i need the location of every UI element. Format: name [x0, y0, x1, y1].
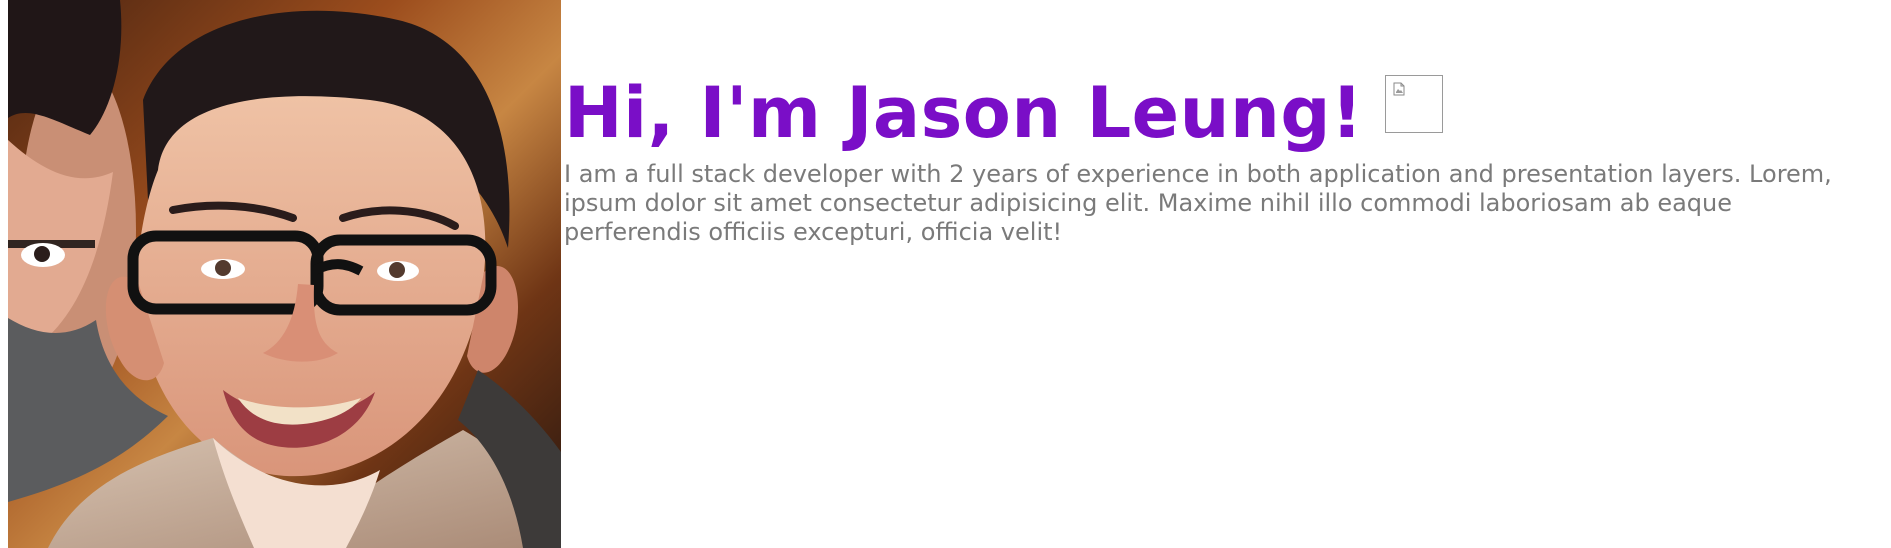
intro-content: Hi, I'm Jason Leung! I am a full stack d… — [564, 72, 1864, 247]
headline-row: Hi, I'm Jason Leung! — [564, 72, 1864, 154]
bio-paragraph: I am a full stack developer with 2 years… — [564, 160, 1832, 246]
image-file-icon — [1393, 82, 1405, 96]
page: Hi, I'm Jason Leung! I am a full stack d… — [0, 0, 1891, 548]
profile-photo — [8, 0, 561, 548]
broken-image-icon — [1385, 75, 1444, 133]
hero-section: Hi, I'm Jason Leung! I am a full stack d… — [0, 0, 1891, 548]
page-title: Hi, I'm Jason Leung! — [564, 72, 1364, 154]
